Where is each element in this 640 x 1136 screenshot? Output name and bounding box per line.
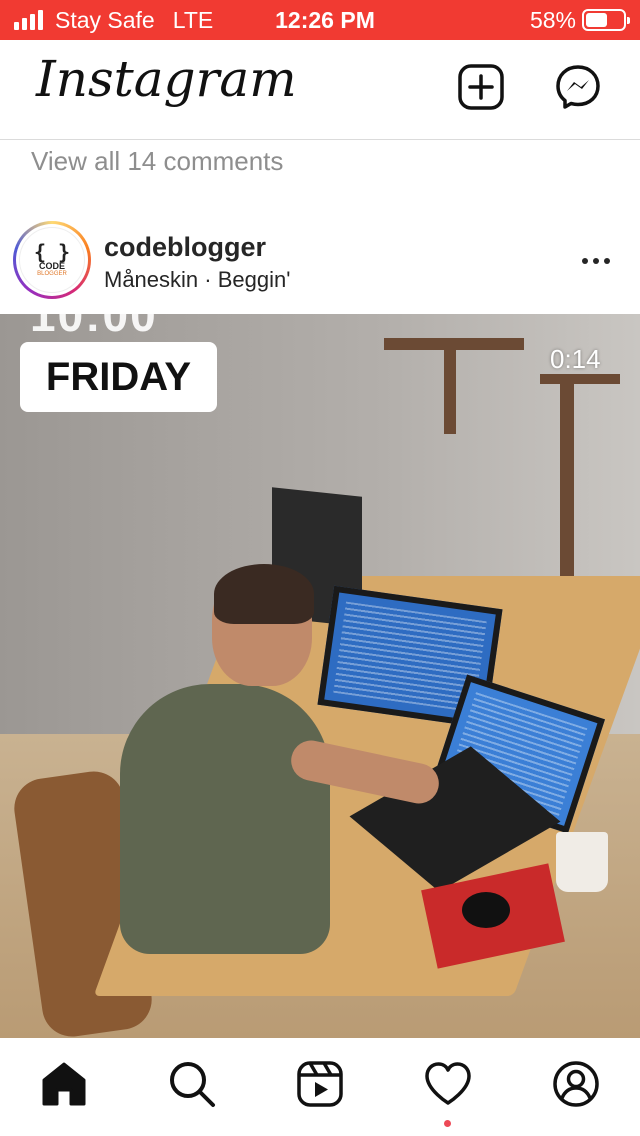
post-options-button[interactable] [574, 248, 618, 274]
more-horizontal-icon [582, 258, 588, 264]
new-post-button[interactable] [456, 62, 506, 112]
nav-home-button[interactable] [38, 1058, 90, 1110]
nav-reels-button[interactable] [294, 1058, 346, 1110]
friday-sticker: FRIDAY [20, 342, 217, 412]
video-timer: 0:14 [550, 344, 601, 374]
nav-profile-button[interactable] [550, 1058, 602, 1110]
nav-search-button[interactable] [166, 1058, 218, 1110]
time-sticker-fragment: 10:00 [30, 314, 158, 341]
view-all-comments-link[interactable]: View all 14 comments [31, 146, 283, 177]
avatar-logo-brace: { } [33, 239, 71, 264]
messenger-button[interactable] [553, 62, 603, 112]
post-username[interactable]: codeblogger [104, 232, 266, 263]
instagram-logo[interactable]: Instagram [36, 50, 297, 108]
post-audio-link[interactable]: Måneskin · Beggin' [104, 267, 290, 293]
app-header: Instagram [0, 40, 640, 140]
status-right: 58% [529, 0, 630, 40]
avatar-logo-line2: BLOGGER [37, 270, 67, 277]
reels-icon [297, 1061, 343, 1107]
battery-percent: 58% [529, 6, 576, 33]
search-icon [170, 1062, 215, 1107]
avatar: { } CODE BLOGGER [19, 227, 85, 293]
post-media[interactable]: 10:00 FRIDAY 0:14 [0, 314, 640, 1038]
activity-icon [425, 1062, 471, 1105]
nav-activity-button[interactable] [422, 1058, 474, 1110]
post-header: { } CODE BLOGGER codeblogger Måneskin · … [0, 218, 640, 314]
profile-icon [553, 1061, 599, 1107]
messenger-icon [556, 65, 600, 109]
new-post-icon [458, 64, 504, 110]
status-bar: Stay Safe LTE 12:26 PM 58% [0, 0, 640, 40]
battery-icon [582, 9, 630, 31]
activity-notification-dot [444, 1120, 451, 1127]
story-ring[interactable]: { } CODE BLOGGER [13, 221, 91, 299]
home-icon [42, 1062, 86, 1106]
avatar-logo-line1: CODE [38, 260, 65, 271]
bottom-nav [0, 1038, 640, 1136]
